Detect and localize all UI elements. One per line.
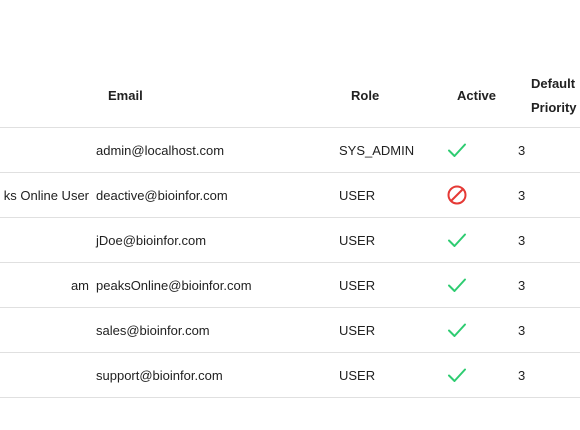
check-icon [446,128,468,172]
blocked-icon [446,173,468,217]
user-priority: 3 [518,322,526,338]
user-email: peaksOnline@bioinfor.com [96,277,252,293]
users-table: Email Role Active Default Priority admin… [0,0,580,430]
user-email: sales@bioinfor.com [96,322,210,338]
table-row[interactable]: sales@bioinfor.com USER 3 [0,308,580,353]
check-icon [446,263,468,307]
table-header: Email Role Active Default Priority [0,64,580,128]
user-priority: 3 [518,277,526,293]
user-name: ks Online User [3,187,89,203]
user-priority: 3 [518,187,526,203]
column-header-priority-line2: Priority [531,99,577,115]
user-role: SYS_ADMIN [339,142,415,158]
table-row[interactable]: am peaksOnline@bioinfor.com USER 3 [0,263,580,308]
user-role: USER [339,232,376,248]
user-email: jDoe@bioinfor.com [96,232,207,248]
table-row[interactable]: support@bioinfor.com USER 3 [0,353,580,398]
column-header-active[interactable]: Active [457,64,496,127]
user-name: am [70,277,89,293]
column-header-role[interactable]: Role [351,64,379,127]
user-priority: 3 [518,142,526,158]
column-header-priority-line1: Default [531,75,576,91]
user-email: support@bioinfor.com [96,367,223,383]
user-email: admin@localhost.com [96,142,225,158]
user-role: USER [339,367,376,383]
column-header-default-priority[interactable]: Default Priority [531,64,577,127]
table-row[interactable]: ks Online User deactive@bioinfor.com USE… [0,173,580,218]
check-icon [446,218,468,262]
user-role: USER [339,187,376,203]
check-icon [446,308,468,352]
column-header-email[interactable]: Email [108,64,143,127]
user-role: USER [339,277,376,293]
user-priority: 3 [518,232,526,248]
user-email: deactive@bioinfor.com [96,187,228,203]
user-priority: 3 [518,367,526,383]
check-icon [446,353,468,397]
table-row[interactable]: admin@localhost.com SYS_ADMIN 3 [0,128,580,173]
table-row[interactable]: jDoe@bioinfor.com USER 3 [0,218,580,263]
user-role: USER [339,322,376,338]
